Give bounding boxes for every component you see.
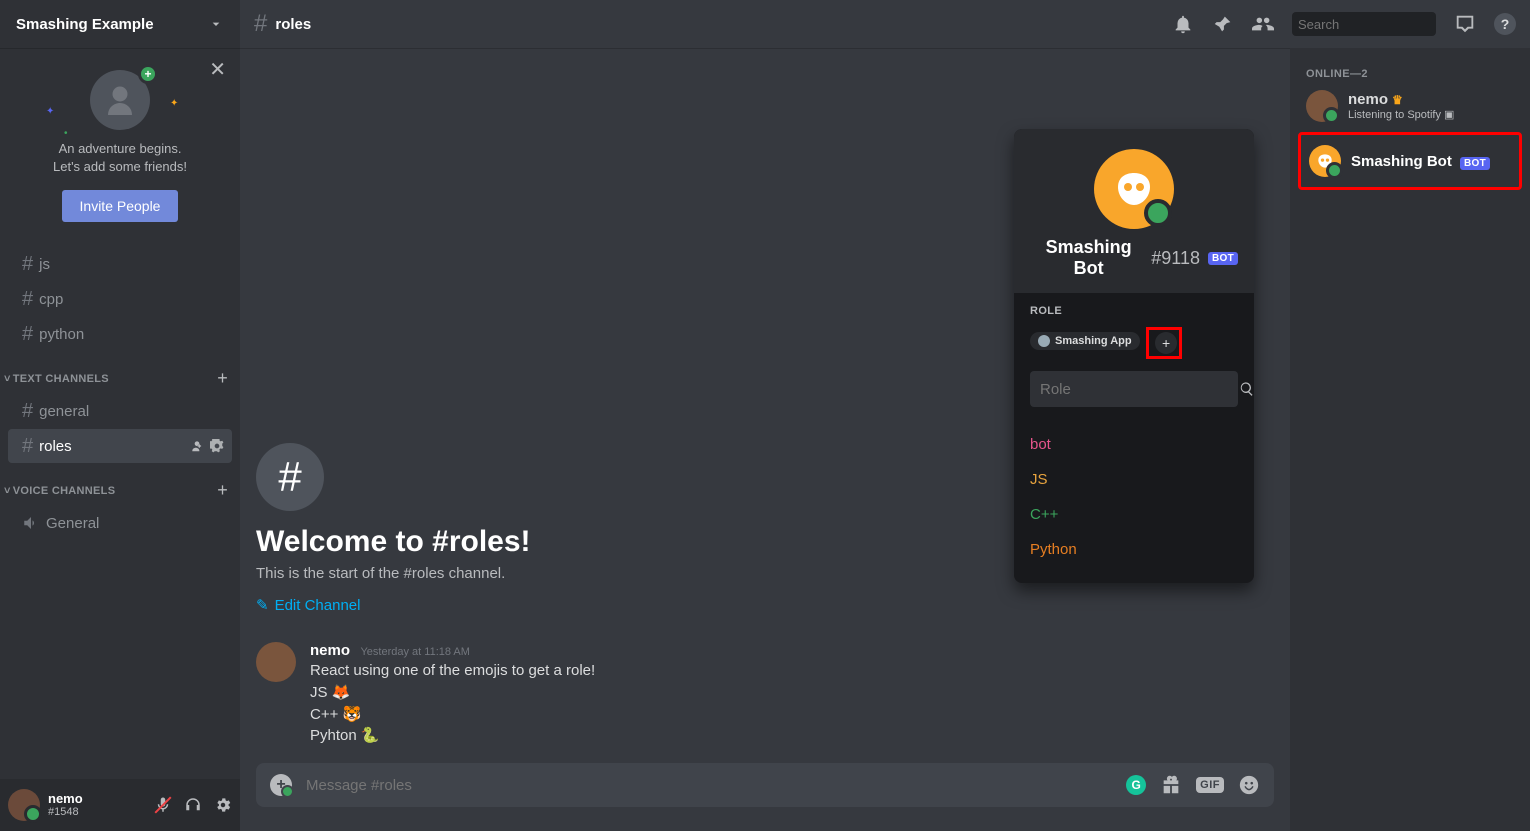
message-timestamp: Yesterday at 11:18 AM (360, 646, 469, 658)
inbox-icon[interactable] (1454, 13, 1476, 35)
role-options-list: bot JS C++ Python (1014, 419, 1254, 583)
server-header[interactable]: Smashing Example (0, 0, 240, 48)
settings-gear-icon[interactable] (214, 796, 232, 814)
role-search-input[interactable] (1040, 381, 1239, 398)
attach-icon[interactable]: + (270, 774, 292, 796)
gift-icon[interactable] (1160, 774, 1182, 796)
popout-header: Smashing Bot#9118 BOT (1014, 129, 1254, 293)
mute-icon[interactable] (154, 796, 172, 814)
pencil-icon: ✎ (256, 596, 269, 614)
self-username: nemo (48, 792, 83, 806)
server-name: Smashing Example (16, 16, 208, 33)
voice-channels-header[interactable]: ˅ VOICE CHANNELS + (0, 464, 240, 505)
members-online-header: ONLINE—2 (1298, 68, 1522, 86)
message-author[interactable]: nemo (310, 642, 350, 659)
create-invite-icon[interactable] (190, 439, 204, 453)
speaker-icon (22, 514, 40, 532)
invite-text-2: Let's add some friends! (16, 158, 224, 176)
text-channels-header[interactable]: ˅ TEXT CHANNELS + (0, 352, 240, 393)
composer-input[interactable] (306, 777, 1112, 794)
invite-avatar-icon: + (90, 70, 150, 130)
emoji-icon[interactable] (1238, 774, 1260, 796)
welcome-hash-icon: # (256, 443, 324, 511)
message: nemo Yesterday at 11:18 AM React using o… (256, 642, 1274, 747)
member-smashing-bot[interactable]: Smashing Bot BOT (1298, 132, 1522, 190)
invite-text-1: An adventure begins. (16, 140, 224, 158)
user-profile-popout: Smashing Bot#9118 BOT ROLE Smashing App … (1014, 129, 1254, 583)
channel-js[interactable]: #js (8, 247, 232, 281)
user-area: nemo #1548 (0, 779, 240, 831)
invite-panel: ✕ ✦ • ✦ + An adventure begins. Let's add… (0, 48, 240, 238)
message-composer[interactable]: + G GIF (256, 763, 1274, 807)
channel-sidebar: Smashing Example ✕ ✦ • ✦ + An adventure … (0, 0, 240, 831)
message-body: React using one of the emojis to get a r… (310, 660, 595, 747)
channel-list: #js #cpp #python ˅ TEXT CHANNELS + #gene… (0, 238, 240, 779)
main-area: # roles ? # Welcome to #roles! This is t… (240, 0, 1530, 831)
search-box[interactable] (1292, 12, 1436, 36)
edit-channel-link[interactable]: ✎ Edit Channel (256, 596, 1274, 614)
spotify-icon: ▣ (1444, 109, 1454, 121)
add-role-highlight: + (1146, 327, 1182, 359)
channel-cpp[interactable]: #cpp (8, 282, 232, 316)
self-avatar[interactable] (8, 789, 40, 821)
add-text-channel-icon[interactable]: + (217, 368, 228, 389)
avatar (1306, 90, 1338, 122)
hash-icon: # (254, 10, 267, 38)
search-icon (1239, 381, 1255, 397)
gear-icon[interactable] (210, 439, 224, 453)
role-color-dot (1038, 335, 1050, 347)
add-role-button[interactable]: + (1155, 332, 1177, 354)
role-option-bot[interactable]: bot (1030, 427, 1238, 462)
grammarly-icon[interactable]: G (1126, 775, 1146, 795)
popout-avatar[interactable] (1094, 149, 1174, 229)
channel-python[interactable]: #python (8, 317, 232, 351)
help-icon[interactable]: ? (1494, 13, 1516, 35)
close-icon[interactable]: ✕ (209, 60, 226, 80)
popout-username[interactable]: Smashing Bot#9118 BOT (1030, 237, 1238, 279)
self-user[interactable]: nemo #1548 (48, 792, 83, 818)
headphones-icon[interactable] (184, 796, 202, 814)
role-option-cpp[interactable]: C++ (1030, 497, 1238, 532)
channel-general[interactable]: #general (8, 394, 232, 428)
bell-icon[interactable] (1172, 13, 1194, 35)
role-chip-smashing-app[interactable]: Smashing App (1030, 332, 1140, 350)
role-option-js[interactable]: JS (1030, 462, 1238, 497)
channel-roles[interactable]: #roles (8, 429, 232, 463)
crown-icon: ♛ (1392, 93, 1403, 107)
gif-button[interactable]: GIF (1196, 777, 1224, 793)
pin-icon[interactable] (1212, 13, 1234, 35)
channel-title: roles (275, 16, 311, 33)
bot-badge: BOT (1208, 252, 1238, 265)
voice-general[interactable]: General (8, 506, 232, 540)
member-nemo[interactable]: nemo♛ Listening to Spotify ▣ (1298, 86, 1522, 126)
members-list: ONLINE—2 nemo♛ Listening to Spotify ▣ Sm… (1290, 48, 1530, 831)
channel-top-bar: # roles ? (240, 0, 1530, 48)
role-section-label: ROLE (1030, 305, 1238, 317)
role-option-python[interactable]: Python (1030, 532, 1238, 567)
message-avatar[interactable] (256, 642, 296, 682)
members-icon[interactable] (1252, 13, 1274, 35)
bot-badge: BOT (1460, 157, 1490, 170)
role-search[interactable] (1030, 371, 1238, 407)
chevron-down-icon (208, 16, 224, 32)
self-discriminator: #1548 (48, 806, 83, 818)
search-input[interactable] (1298, 17, 1474, 32)
invite-people-button[interactable]: Invite People (62, 190, 179, 222)
add-voice-channel-icon[interactable]: + (217, 480, 228, 501)
avatar (1309, 145, 1341, 177)
